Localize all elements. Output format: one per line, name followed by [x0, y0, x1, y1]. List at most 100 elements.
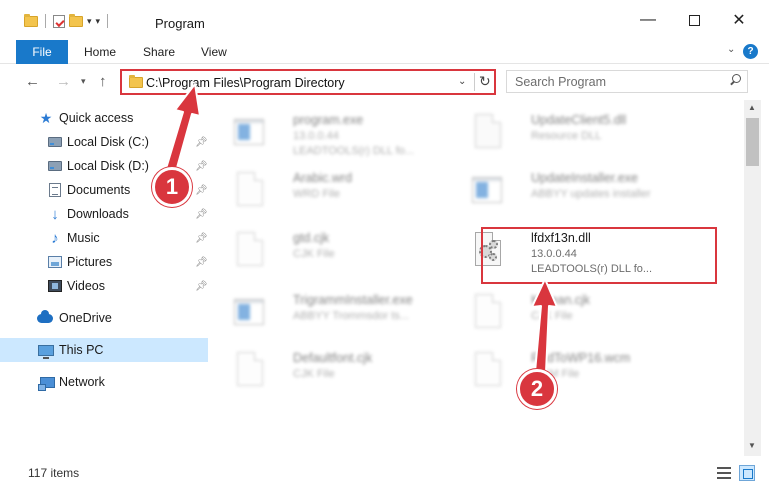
file-item-gtd-cjk[interactable]: gtd.cjk CJK File	[214, 224, 464, 276]
file-name: UpdateInstaller.exe	[531, 171, 639, 185]
maximize-button[interactable]	[684, 10, 704, 30]
sidebar-item-music[interactable]: ♪ Music 📌︎	[0, 226, 208, 250]
sidebar-item-this-pc[interactable]: This PC	[0, 338, 208, 362]
document-icon	[234, 172, 266, 208]
file-item-trigramminstaller-exe[interactable]: TrigrammInstaller.exe ABBYY Trommsdor ts…	[214, 286, 464, 338]
file-type: CJK File	[293, 368, 335, 380]
star-icon: ★	[39, 109, 53, 126]
highlight-box-target-file	[481, 227, 717, 284]
drive-icon	[47, 158, 63, 174]
address-history-chevron-icon[interactable]: ⌄	[458, 76, 466, 87]
status-bar: 117 items	[0, 460, 769, 486]
sidebar-item-onedrive[interactable]: OneDrive	[0, 306, 208, 330]
window-title: Program	[155, 16, 205, 31]
file-description: ABBYY updates installer	[531, 188, 651, 200]
file-type: Resource DLL	[531, 130, 602, 142]
file-type: WRD File	[293, 188, 341, 200]
file-name: UpdateClient5.dll	[531, 113, 627, 127]
address-bar[interactable]: C:\Program Files\Program Directory ⌄ ↻	[120, 69, 496, 95]
minimize-button[interactable]: —	[638, 10, 658, 30]
sidebar-item-local-disk-c[interactable]: Local Disk (C:) 📌︎	[0, 130, 208, 154]
tab-share[interactable]: Share	[143, 45, 175, 59]
folder-icon	[24, 13, 38, 27]
exe-icon	[234, 114, 266, 150]
sidebar-item-videos[interactable]: Videos 📌︎	[0, 274, 208, 298]
network-icon	[37, 374, 55, 391]
sidebar-item-pictures[interactable]: Pictures 📌︎	[0, 250, 208, 274]
pin-icon[interactable]: 📌︎	[195, 161, 208, 172]
back-arrow-icon[interactable]: ←	[25, 73, 40, 90]
address-path[interactable]: C:\Program Files\Program Directory	[146, 76, 345, 90]
file-item-korean-cjk[interactable]: Korean.cjk CJK File	[452, 286, 702, 338]
file-item-arabic-wrd[interactable]: Arabic.wrd WRD File	[214, 164, 464, 216]
download-arrow-icon: ↓	[51, 205, 59, 223]
dll-icon	[472, 114, 504, 150]
file-description: LEADTOOLS(r) DLL fo...	[293, 145, 415, 157]
pin-icon[interactable]: 📌︎	[195, 185, 208, 196]
cloud-icon	[37, 309, 53, 326]
file-item-updateinstaller-exe[interactable]: UpdateInstaller.exe ABBYY updates instal…	[452, 164, 702, 216]
tab-file[interactable]: File	[16, 40, 68, 64]
toolbar-overflow-icon[interactable]: ▾	[96, 16, 101, 27]
file-item-defaultfont-cjk[interactable]: Defaultfont.cjk CJK File	[214, 344, 464, 396]
quick-access-toolbar: ▾ ▾	[24, 13, 111, 28]
folder-icon	[129, 75, 143, 88]
search-input[interactable]	[507, 71, 722, 92]
ribbon-tabs: File Home Share View ⌄ ?	[0, 40, 769, 64]
sidebar-item-label: Documents	[67, 183, 131, 197]
pin-icon[interactable]: 📌︎	[195, 233, 208, 244]
pin-icon[interactable]: 📌︎	[195, 257, 208, 268]
file-item-rndtowp16-wcm[interactable]: RndToWP16.wcm WCM File	[452, 344, 702, 396]
up-arrow-icon[interactable]: ↑	[99, 73, 107, 90]
sidebar-item-label: Local Disk (D:)	[67, 159, 149, 173]
sidebar-item-label: Videos	[67, 279, 105, 293]
file-type: CJK File	[293, 248, 335, 260]
new-folder-icon[interactable]	[69, 13, 83, 27]
sidebar-item-quick-access[interactable]: ★ Quick access	[0, 106, 208, 130]
document-icon	[234, 352, 266, 388]
item-count: 117 items	[28, 466, 80, 480]
help-icon[interactable]: ?	[743, 44, 758, 59]
file-list: program.exe 13.0.0.44 LEADTOOLS(r) DLL f…	[214, 100, 744, 456]
scrollbar-thumb[interactable]	[746, 118, 759, 166]
search-icon[interactable]	[729, 74, 741, 86]
computer-icon	[38, 342, 54, 359]
expand-ribbon-chevron-icon[interactable]: ⌄	[727, 44, 735, 55]
file-item-program-exe[interactable]: program.exe 13.0.0.44 LEADTOOLS(r) DLL f…	[214, 106, 464, 158]
document-icon	[472, 352, 504, 388]
recent-locations-chevron-icon[interactable]: ▾	[81, 76, 86, 87]
document-icon	[234, 232, 266, 268]
scroll-down-arrow-icon[interactable]: ▼	[748, 441, 756, 450]
refresh-icon[interactable]: ↻	[479, 73, 491, 90]
search-box[interactable]	[506, 70, 748, 93]
pin-icon[interactable]: 📌︎	[195, 281, 208, 292]
tab-home[interactable]: Home	[84, 45, 116, 59]
videos-icon	[47, 278, 63, 294]
sidebar-item-label: Quick access	[59, 111, 134, 125]
title-bar: ▾ ▾ Program — ✕	[0, 0, 769, 40]
vertical-scrollbar[interactable]: ▲ ▼	[744, 100, 761, 456]
exe-icon	[472, 172, 504, 208]
toolbar-separator	[107, 14, 109, 28]
pin-icon[interactable]: 📌︎	[195, 137, 208, 148]
tab-view[interactable]: View	[201, 45, 227, 59]
forward-arrow-icon[interactable]: →	[56, 73, 71, 90]
sidebar-item-label: Local Disk (C:)	[67, 135, 149, 149]
large-icons-view-icon[interactable]	[739, 465, 755, 481]
file-item-updateclient5-dll[interactable]: UpdateClient5.dll Resource DLL	[452, 106, 702, 158]
file-name: Defaultfont.cjk	[293, 351, 373, 365]
scroll-up-arrow-icon[interactable]: ▲	[748, 103, 756, 112]
customize-toolbar-chevron-icon[interactable]: ▾	[87, 16, 92, 27]
exe-icon	[234, 294, 266, 330]
document-icon	[472, 294, 504, 330]
details-view-icon[interactable]	[717, 467, 731, 479]
properties-icon[interactable]	[53, 14, 65, 28]
close-button[interactable]: ✕	[729, 10, 749, 30]
toolbar-separator	[45, 14, 46, 28]
pin-icon[interactable]: 📌︎	[195, 209, 208, 220]
file-name: Korean.cjk	[531, 293, 591, 307]
sidebar-item-network[interactable]: Network	[0, 370, 208, 394]
step-1-badge: 1	[152, 167, 192, 207]
sidebar-item-label: Pictures	[67, 255, 113, 269]
documents-icon	[47, 182, 63, 198]
